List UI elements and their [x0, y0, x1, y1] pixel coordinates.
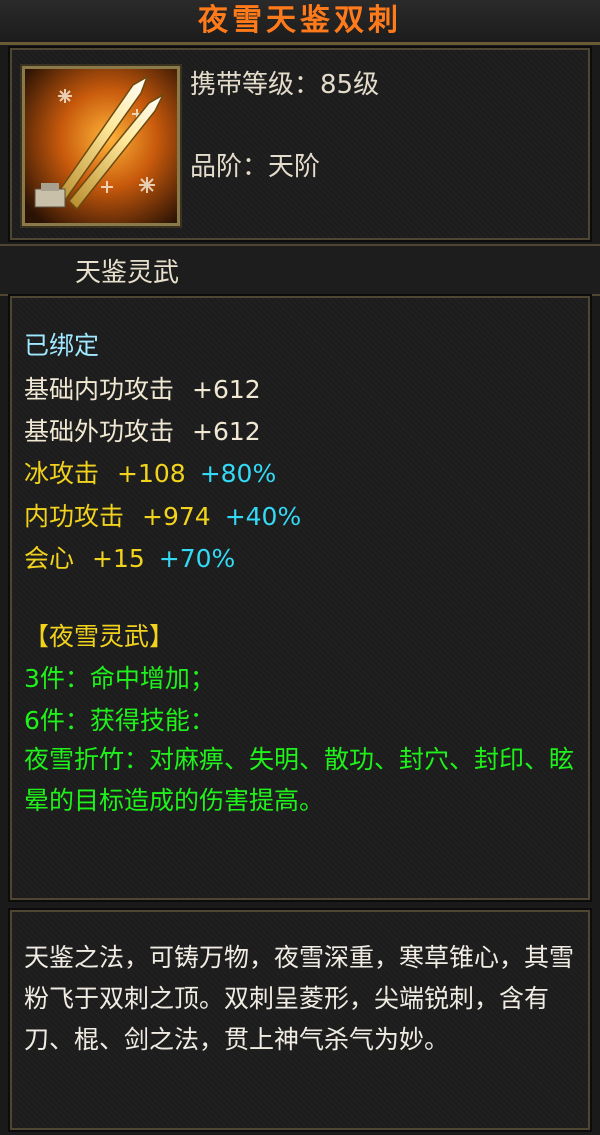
stat-value: +612 [192, 417, 261, 446]
item-description: 天鉴之法，可铸万物，夜雪深重，寒草锥心，其雪粉飞于双刺之顶。双刺呈菱形，尖端锐刺… [24, 943, 575, 1054]
set-series-name: 天鉴灵武 [75, 258, 180, 288]
stat-label: 冰攻击 [24, 459, 100, 488]
set-skill-description: 夜雪折竹：对麻痹、失明、散功、封穴、封印、眩晕的目标造成的伤害提高。 [24, 745, 575, 815]
twin-blade-icon-art [25, 69, 177, 223]
item-tooltip: 夜雪天鉴双刺 携带等级：85级 品阶：天阶 天鉴灵武 已绑定 基础内功攻击 +6… [0, 0, 600, 1135]
stat-percent: +40% [224, 502, 302, 531]
stat-percent: +80% [199, 459, 277, 488]
twin-blade-icon [20, 64, 182, 228]
stat-label: 内功攻击 [24, 502, 125, 531]
stat-value: +15 [92, 544, 145, 573]
stat-percent: +70% [158, 544, 236, 573]
stat-row: 基础内功攻击 +612 [24, 370, 261, 406]
carry-level: 携带等级：85级 [190, 70, 380, 100]
bound-status: 已绑定 [24, 331, 100, 360]
stat-row: 冰攻击 +108 +80% [24, 454, 276, 490]
item-name: 夜雪天鉴双刺 [198, 3, 402, 38]
stat-label: 会心 [24, 544, 75, 573]
stat-label: 基础内功攻击 [24, 375, 175, 404]
tooltip-title-bar: 夜雪天鉴双刺 [0, 0, 600, 45]
item-grade: 品阶：天阶 [190, 152, 321, 182]
stat-row: 基础外功攻击 +612 [24, 412, 261, 448]
set-bonus-3: 3件：命中增加； [24, 664, 215, 693]
stat-value: +974 [142, 502, 211, 531]
set-name: 【夜雪灵武】 [24, 622, 175, 651]
stat-label: 基础外功攻击 [24, 417, 175, 446]
stat-row: 内功攻击 +974 +40% [24, 497, 301, 533]
set-bonus-6: 6件：获得技能： [24, 706, 215, 735]
stat-row: 会心 +15 +70% [24, 539, 235, 575]
stat-value: +612 [192, 375, 261, 404]
stat-value: +108 [117, 459, 186, 488]
